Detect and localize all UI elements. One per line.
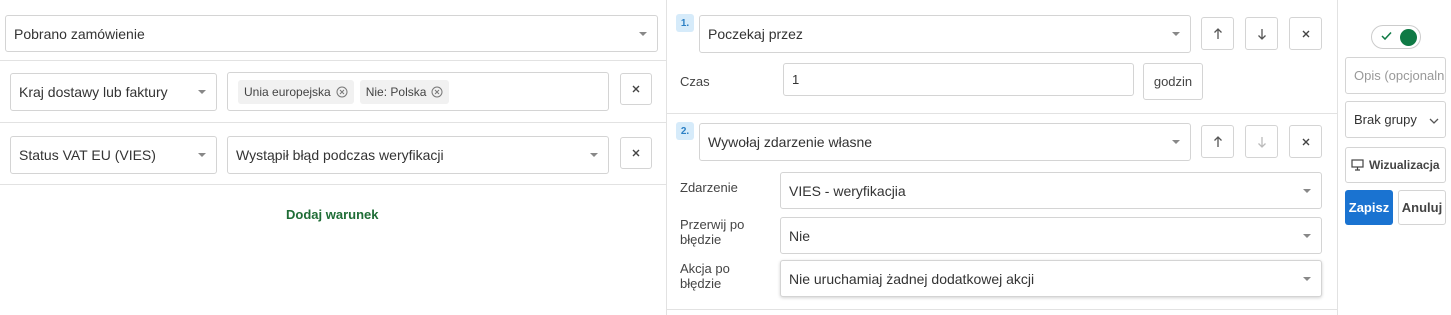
stop-on-error-select[interactable]: Nie — [780, 217, 1322, 254]
condition-1-field-select[interactable]: Kraj dostawy lub faktury — [10, 73, 217, 111]
tag-label: Nie: Polska — [365, 84, 427, 99]
tag-chip: Unia europejska — [238, 79, 354, 104]
condition-2-field-value: Status VAT EU (VIES) — [19, 147, 156, 163]
chevron-down-icon — [590, 153, 598, 157]
condition-2-value: Wystąpił błąd podczas weryfikacji — [236, 147, 444, 163]
tag-chip: Nie: Polska — [359, 79, 450, 104]
group-select[interactable]: Brak grupy — [1345, 101, 1446, 138]
divider — [0, 184, 666, 185]
chevron-down-icon — [1172, 140, 1180, 144]
panel-divider — [666, 0, 667, 315]
time-label: Czas — [680, 74, 710, 89]
save-label: Zapisz — [1348, 200, 1390, 215]
cancel-label: Anuluj — [1401, 200, 1443, 215]
active-toggle[interactable] — [1371, 25, 1421, 49]
chevron-down-icon — [639, 31, 647, 36]
chevron-down-icon — [198, 90, 206, 94]
chevron-down-icon — [1172, 32, 1180, 36]
chevron-down-icon — [198, 153, 206, 157]
chevron-down-icon — [1303, 188, 1311, 193]
trigger-value: Pobrano zamówienie — [14, 25, 145, 42]
close-icon — [1302, 138, 1309, 145]
monitor-icon — [1351, 159, 1364, 171]
visualize-label: Wizualizacja — [1369, 158, 1440, 172]
check-icon — [1381, 31, 1392, 41]
action-2-number-badge: 2. — [676, 122, 694, 140]
arrow-up-icon — [1213, 135, 1222, 147]
close-icon — [632, 149, 640, 157]
event-value: VIES - weryfikacjia — [789, 182, 906, 199]
divider — [666, 309, 1337, 310]
move-down-button[interactable] — [1245, 17, 1278, 50]
close-icon — [632, 85, 640, 93]
panel-divider — [1337, 0, 1338, 315]
arrow-down-icon — [1257, 136, 1266, 148]
error-action-value: Nie uruchamiaj żadnej dodatkowej akcji — [789, 270, 1035, 287]
toggle-knob — [1400, 29, 1417, 46]
remove-tag-icon[interactable] — [431, 86, 443, 98]
tag-label: Unia europejska — [244, 84, 331, 99]
remove-condition-button[interactable] — [620, 73, 652, 105]
event-select[interactable]: VIES - weryfikacjia — [780, 172, 1322, 209]
chevron-down-icon — [1429, 118, 1439, 124]
cancel-button[interactable]: Anuluj — [1398, 190, 1446, 225]
error-action-label-1: Akcja po — [680, 261, 730, 276]
stop-on-error-label-1: Przerwij po — [680, 217, 745, 232]
move-down-button[interactable] — [1245, 125, 1278, 158]
condition-2-field-select[interactable]: Status VAT EU (VIES) — [10, 136, 217, 174]
group-value: Brak grupy — [1354, 112, 1417, 127]
move-up-button[interactable] — [1201, 17, 1234, 50]
remove-action-button[interactable] — [1289, 17, 1322, 50]
save-button[interactable]: Zapisz — [1345, 190, 1393, 225]
time-unit-button[interactable]: godzin — [1143, 63, 1203, 100]
arrow-up-icon — [1213, 27, 1222, 39]
remove-tag-icon[interactable] — [336, 86, 348, 98]
error-action-select[interactable]: Nie uruchamiaj żadnej dodatkowej akcji — [780, 260, 1322, 297]
description-input[interactable]: Opis (opcjonalnie) — [1345, 57, 1446, 94]
action-1-type-value: Poczekaj przez — [708, 26, 803, 42]
description-placeholder: Opis (opcjonalnie) — [1354, 68, 1445, 83]
error-action-label-2: błędzie — [680, 276, 722, 291]
close-icon — [1302, 30, 1309, 37]
condition-1-tags-input[interactable]: Unia europejska Nie: Polska — [227, 72, 609, 111]
action-1-type-select[interactable]: Poczekaj przez — [699, 15, 1191, 53]
chevron-down-icon — [1303, 276, 1311, 281]
trigger-select[interactable]: Pobrano zamówienie — [5, 15, 658, 52]
divider — [666, 113, 1337, 114]
stop-on-error-value: Nie — [789, 227, 811, 244]
action-1-number-badge: 1. — [676, 14, 694, 32]
condition-1-field-value: Kraj dostawy lub faktury — [19, 84, 168, 100]
move-up-button[interactable] — [1201, 125, 1234, 158]
event-label: Zdarzenie — [680, 180, 738, 195]
stop-on-error-label-2: błędzie — [680, 232, 722, 247]
remove-condition-button[interactable] — [620, 137, 652, 169]
time-input[interactable]: 1 — [783, 63, 1134, 96]
condition-2-value-select[interactable]: Wystąpił błąd podczas weryfikacji — [227, 136, 609, 174]
divider — [0, 60, 666, 61]
time-unit-label: godzin — [1153, 74, 1193, 89]
time-value: 1 — [792, 72, 800, 87]
visualize-button[interactable]: Wizualizacja — [1345, 147, 1446, 183]
add-condition-link[interactable]: Dodaj warunek — [286, 207, 378, 222]
remove-action-button[interactable] — [1289, 125, 1322, 158]
action-2-type-value: Wywołaj zdarzenie własne — [708, 134, 873, 150]
divider — [0, 122, 666, 123]
arrow-down-icon — [1257, 28, 1266, 40]
action-2-type-select[interactable]: Wywołaj zdarzenie własne — [699, 123, 1191, 161]
chevron-down-icon — [1303, 233, 1311, 238]
